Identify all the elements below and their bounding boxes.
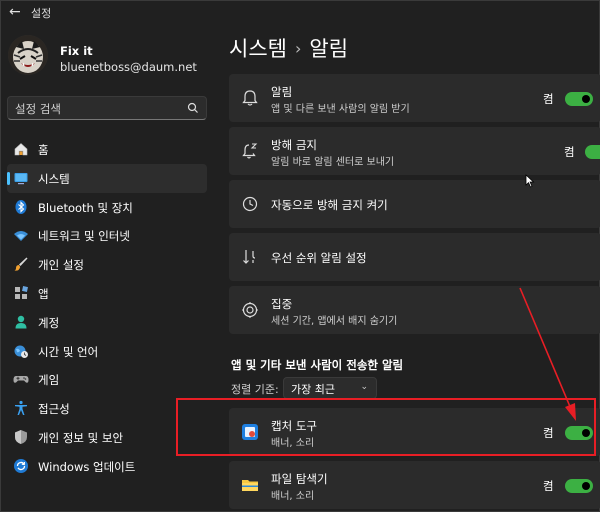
annotation-arrow [519,287,576,421]
mouse-cursor-icon [525,174,535,188]
settings-window: ← 설정 Fix it bluenetboss@daum.net 설정 검색 홈… [0,0,600,512]
